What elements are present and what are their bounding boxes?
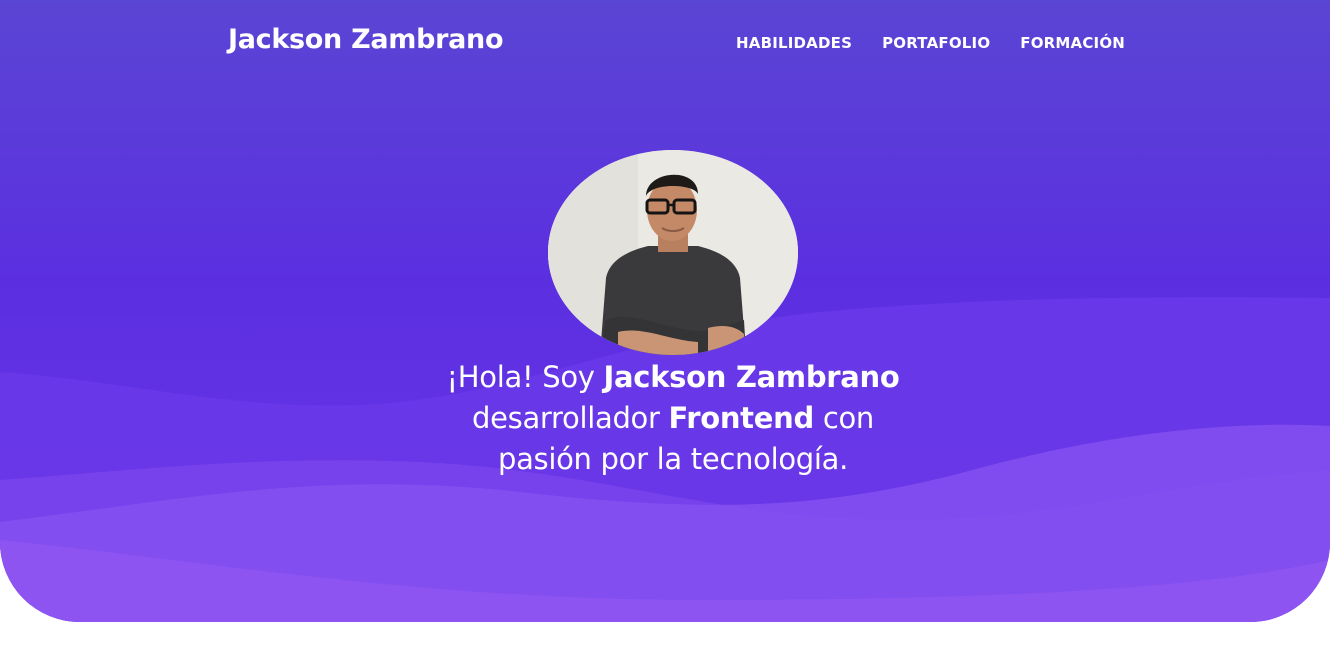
intro-line-2: desarrollador Frontend con xyxy=(390,398,956,439)
role-suffix-text: con xyxy=(813,401,875,435)
hero-intro-text: ¡Hola! Soy Jackson Zambrano desarrollado… xyxy=(390,357,956,480)
profile-photo xyxy=(548,150,798,355)
person-photo-icon xyxy=(548,150,798,355)
nav-link-portafolio[interactable]: PORTAFOLIO xyxy=(882,34,990,52)
intro-line-3: pasión por la tecnología. xyxy=(497,442,849,476)
top-navbar: Jackson Zambrano HABILIDADES PORTAFOLIO … xyxy=(0,0,1330,86)
greeting-text: ¡Hola! Soy xyxy=(446,360,604,394)
nav-menu: HABILIDADES PORTAFOLIO FORMACIÓN xyxy=(736,33,1125,52)
intro-line-1: ¡Hola! Soy Jackson Zambrano xyxy=(390,357,956,398)
brand-logo-link[interactable]: Jackson Zambrano xyxy=(228,24,504,55)
nav-link-habilidades[interactable]: HABILIDADES xyxy=(736,34,852,52)
hero-name: Jackson Zambrano xyxy=(603,360,900,394)
role-prefix-text: desarrollador xyxy=(471,401,669,435)
hero-section: Jackson Zambrano HABILIDADES PORTAFOLIO … xyxy=(0,0,1330,622)
nav-link-formacion[interactable]: FORMACIÓN xyxy=(1020,34,1125,52)
hero-role: Frontend xyxy=(668,401,815,435)
